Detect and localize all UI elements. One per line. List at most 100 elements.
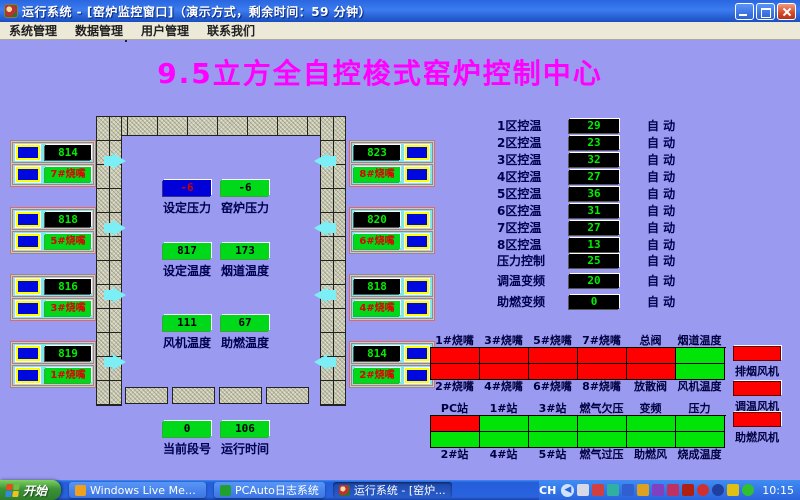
restore-button[interactable] bbox=[756, 3, 775, 20]
task-run-system[interactable]: 运行系统 - [窑炉... bbox=[333, 482, 452, 498]
tray-icon[interactable] bbox=[592, 484, 604, 496]
tray-icon[interactable] bbox=[577, 484, 589, 496]
zone-mode-button[interactable]: 自 动 bbox=[647, 202, 675, 219]
zone-row-1: 1区控温 29 自 动 bbox=[497, 118, 737, 133]
status-cell bbox=[480, 432, 529, 448]
menu-user[interactable]: 用户管理 bbox=[132, 22, 198, 39]
zone-row-4: 4区控温 27 自 动 bbox=[497, 169, 737, 184]
burner-screen-icon bbox=[405, 234, 429, 249]
minimize-button[interactable] bbox=[735, 3, 754, 20]
tray-icon[interactable] bbox=[637, 484, 649, 496]
station-status-table: PC站 1#站 3#站 燃气欠压 变频 压力 bbox=[430, 402, 726, 461]
burner-group-2: 814 2#烧嘴 bbox=[349, 341, 435, 388]
burner-name-button[interactable]: 1#烧嘴 bbox=[45, 368, 91, 383]
tray-icon[interactable] bbox=[667, 484, 679, 496]
status-cell bbox=[431, 364, 480, 380]
zone-mode-button[interactable]: 自 动 bbox=[647, 236, 675, 253]
stage-display: 0 bbox=[163, 421, 211, 437]
fan-status-lamp bbox=[733, 381, 781, 396]
kiln-car-segment bbox=[266, 387, 309, 404]
zone-value-display: 23 bbox=[569, 136, 619, 150]
set-temp-display[interactable]: 817 bbox=[163, 243, 211, 259]
burner-screen-icon bbox=[16, 145, 40, 160]
temperature-gauges: 817 173 设定温度 烟道温度 bbox=[160, 243, 272, 279]
burner-name-button[interactable]: 6#烧嘴 bbox=[354, 234, 400, 249]
tray-icon[interactable] bbox=[742, 484, 754, 496]
burner-group-5: 818 5#烧嘴 bbox=[10, 207, 96, 254]
burner-screen-icon bbox=[16, 167, 40, 182]
zone-mode-button[interactable]: 自 动 bbox=[647, 185, 675, 202]
tray-icon[interactable] bbox=[652, 484, 664, 496]
language-indicator[interactable]: CH bbox=[539, 484, 556, 497]
status-cell bbox=[529, 364, 578, 380]
fan-status-lamp bbox=[733, 346, 781, 361]
zone-value-display: 36 bbox=[569, 187, 619, 201]
close-button[interactable] bbox=[777, 3, 796, 20]
status-col-label: 2#站 bbox=[430, 448, 479, 461]
burner-status-table: 1#烧嘴 3#烧嘴 5#烧嘴 7#烧嘴 总阀 烟道温度 bbox=[430, 334, 726, 393]
burner-temp-display: 820 bbox=[354, 212, 400, 227]
burner-name-button[interactable]: 5#烧嘴 bbox=[45, 234, 91, 249]
start-button[interactable]: 开始 bbox=[0, 480, 61, 500]
zone-row-6: 6区控温 31 自 动 bbox=[497, 203, 737, 218]
menu-data[interactable]: 数据管理 bbox=[66, 22, 132, 39]
zone-mode-button[interactable]: 自 动 bbox=[647, 134, 675, 151]
zone-mode-button[interactable]: 自 动 bbox=[647, 117, 675, 134]
burner-temp-display: 814 bbox=[45, 145, 91, 160]
zone-mode-button[interactable]: 自 动 bbox=[647, 168, 675, 185]
set-pressure-label: 设定压力 bbox=[160, 199, 214, 216]
menu-contact[interactable]: 联系我们 bbox=[198, 22, 264, 39]
menu-bar: 系统管理 数据管理 用户管理 联系我们 bbox=[0, 22, 800, 40]
tray-collapse-icon[interactable]: ◀ bbox=[561, 484, 574, 497]
burner-screen-icon bbox=[16, 301, 40, 316]
messenger-icon bbox=[75, 485, 86, 496]
burner-group-7: 814 7#烧嘴 bbox=[10, 140, 96, 187]
status-col-label: 5#烧嘴 bbox=[528, 334, 577, 347]
status-col-label: 燃气过压 bbox=[577, 448, 626, 461]
control-mode-button[interactable]: 自 动 bbox=[647, 272, 675, 289]
control-mode-button[interactable]: 自 动 bbox=[647, 252, 675, 269]
burner-name-button[interactable]: 7#烧嘴 bbox=[45, 167, 91, 182]
status-col-label: 燃气欠压 bbox=[577, 402, 626, 415]
exhaust-fan-indicator: 排烟风机 bbox=[731, 346, 783, 379]
menu-system[interactable]: 系统管理 bbox=[0, 22, 66, 39]
burner-name-button[interactable]: 2#烧嘴 bbox=[354, 368, 400, 383]
comb-vfd-row: 助燃变频 0 自 动 bbox=[497, 294, 737, 309]
tray-icon[interactable] bbox=[607, 484, 619, 496]
set-pressure-display[interactable]: -6 bbox=[163, 180, 211, 196]
flue-temp-label: 烟道温度 bbox=[218, 262, 272, 279]
zone-value-display: 27 bbox=[569, 170, 619, 184]
status-col-label: 6#烧嘴 bbox=[528, 380, 577, 393]
burner-name-button[interactable]: 8#烧嘴 bbox=[354, 167, 400, 182]
burner-screen-icon bbox=[405, 346, 429, 361]
run-system-icon bbox=[339, 485, 350, 496]
status-cell bbox=[431, 416, 480, 432]
control-value-display: 0 bbox=[569, 295, 619, 309]
clock: 10:15 bbox=[762, 484, 794, 497]
burner-temp-display: 816 bbox=[45, 279, 91, 294]
status-cell bbox=[480, 348, 529, 364]
zone-mode-button[interactable]: 自 动 bbox=[647, 151, 675, 168]
zone-label: 3区控温 bbox=[497, 151, 569, 168]
burner-name-button[interactable]: 4#烧嘴 bbox=[354, 301, 400, 316]
burner-temp-display: 819 bbox=[45, 346, 91, 361]
task-windows-live[interactable]: Windows Live Mes... bbox=[69, 482, 206, 498]
tray-icon[interactable] bbox=[682, 484, 694, 496]
windows-logo-icon bbox=[5, 484, 20, 497]
zone-row-2: 2区控温 23 自 动 bbox=[497, 135, 737, 150]
status-cell bbox=[480, 364, 529, 380]
tray-icon[interactable] bbox=[712, 484, 724, 496]
control-mode-button[interactable]: 自 动 bbox=[647, 293, 675, 310]
task-pcauto-log[interactable]: PCAuto日志系统 bbox=[214, 482, 325, 498]
tray-icon[interactable] bbox=[697, 484, 709, 496]
burner-name-button[interactable]: 3#烧嘴 bbox=[45, 301, 91, 316]
burner-screen-icon bbox=[16, 346, 40, 361]
tray-icon[interactable] bbox=[622, 484, 634, 496]
tray-icon[interactable] bbox=[727, 484, 739, 496]
kiln-car-segment bbox=[125, 387, 168, 404]
burner-screen-icon bbox=[405, 279, 429, 294]
zone-mode-button[interactable]: 自 动 bbox=[647, 219, 675, 236]
zone-row-7: 7区控温 27 自 动 bbox=[497, 220, 737, 235]
comb-fan-indicator: 助燃风机 bbox=[731, 412, 783, 445]
zone-row-3: 3区控温 32 自 动 bbox=[497, 152, 737, 167]
